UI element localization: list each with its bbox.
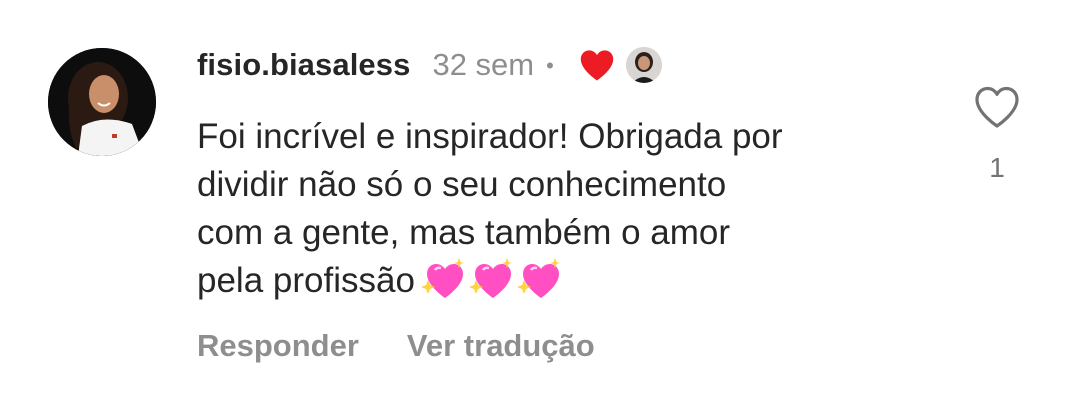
heart-filled-icon	[578, 48, 616, 82]
comment-text: Foi incrível e inspirador! Obrigada por …	[197, 113, 937, 305]
comment-text-line: pela profissão	[197, 257, 937, 305]
sparkling-heart-icon	[420, 258, 464, 298]
comment-text-line: Foi incrível e inspirador! Obrigada por	[197, 117, 783, 156]
translate-button[interactable]: Ver tradução	[407, 328, 595, 364]
heart-outline-icon[interactable]	[973, 84, 1021, 130]
comment-text-fragment: pela profissão	[197, 261, 415, 300]
comment-header: fisio.biasaless 32 sem •	[197, 44, 662, 86]
username-link[interactable]: fisio.biasaless	[197, 47, 410, 83]
reply-button[interactable]: Responder	[197, 328, 359, 364]
emoji-group	[420, 258, 565, 300]
like-count[interactable]: 1	[968, 152, 1026, 184]
avatar[interactable]	[48, 48, 156, 156]
separator-dot: •	[546, 53, 554, 78]
comment-actions: Responder Ver tradução	[197, 328, 595, 364]
sparkling-heart-icon	[516, 258, 560, 298]
comment-text-line: com a gente, mas também o amor	[197, 213, 730, 252]
comment-item: fisio.biasaless 32 sem • Foi incrível e …	[0, 0, 1080, 405]
sparkling-heart-icon	[468, 258, 512, 298]
comment-timestamp[interactable]: 32 sem	[432, 47, 534, 83]
author-avatar	[625, 47, 662, 83]
like-area: 1	[968, 84, 1026, 184]
comment-text-line: dividir não só o seu conhecimento	[197, 165, 727, 204]
